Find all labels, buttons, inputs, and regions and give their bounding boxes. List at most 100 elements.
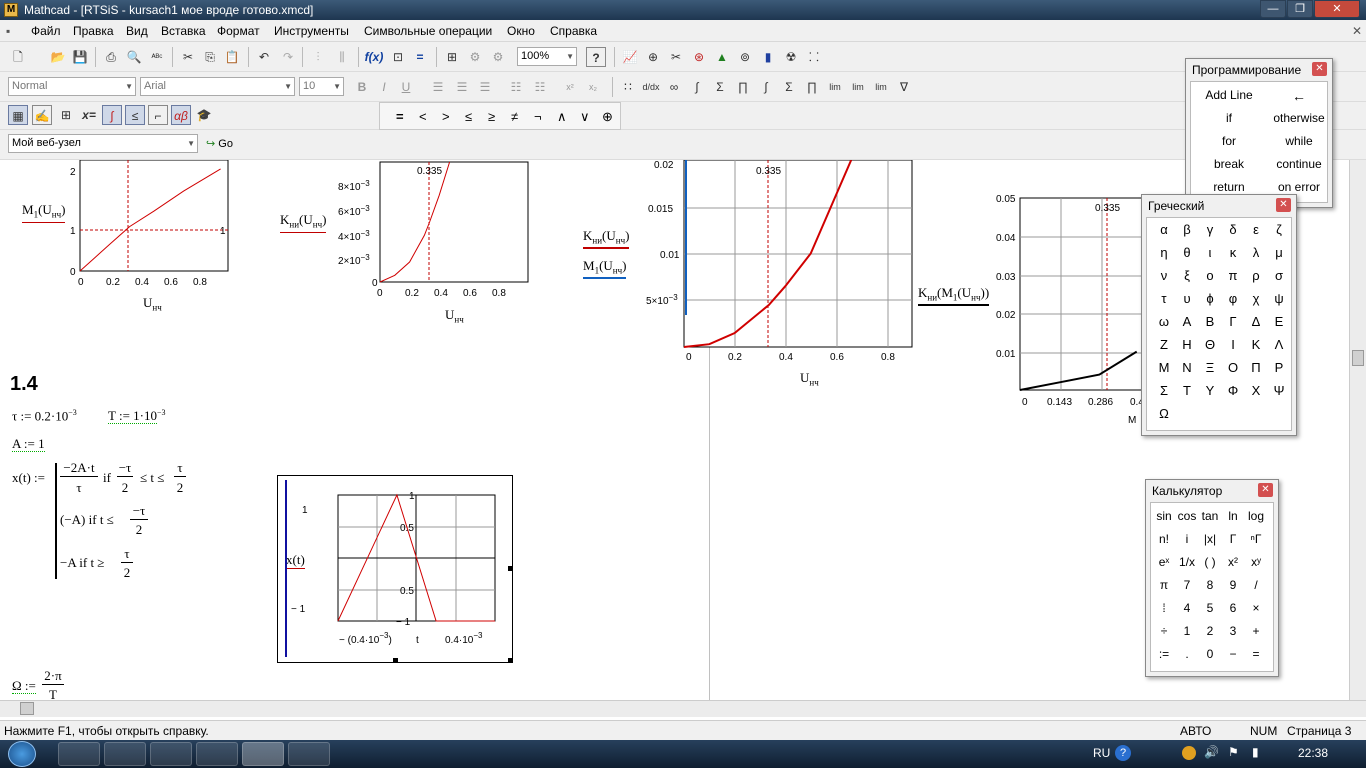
word-icon[interactable] <box>288 742 330 766</box>
calculator-key[interactable]: cos <box>1176 509 1198 523</box>
nth-derivative-icon[interactable]: d/dx <box>641 77 661 97</box>
greek-letter[interactable]: π <box>1224 268 1242 283</box>
greek-letter[interactable]: χ <box>1247 291 1265 306</box>
boolean-toolbar-icon[interactable]: ▲ <box>712 47 732 67</box>
calculator-key[interactable]: log <box>1245 509 1267 523</box>
calculator-key[interactable]: ln <box>1222 509 1244 523</box>
save-icon[interactable]: 💾 <box>70 47 90 67</box>
hyperlink-icon[interactable]: ⚙ <box>488 47 508 67</box>
close-icon[interactable]: ✕ <box>1276 198 1291 212</box>
greek-letter[interactable]: ι <box>1201 245 1219 260</box>
calculator-key[interactable]: = <box>1245 647 1267 661</box>
zoom-select[interactable]: 100% ▼ <box>517 47 577 66</box>
infinity-icon[interactable]: ∞ <box>664 77 684 97</box>
bullets-icon[interactable]: ☷ <box>506 77 526 97</box>
greek-letter[interactable]: ζ <box>1270 222 1288 237</box>
right-limit-icon[interactable]: lim <box>848 77 868 97</box>
greek-letter[interactable]: η <box>1155 245 1173 260</box>
greek-letter[interactable]: Ι <box>1224 337 1242 352</box>
vertical-scroll-thumb[interactable] <box>1352 350 1364 366</box>
print-icon[interactable]: ⎙ <box>101 47 121 67</box>
greek-letter[interactable]: σ <box>1270 268 1288 283</box>
sum-icon[interactable]: Σ <box>710 77 730 97</box>
calculator-key[interactable]: 1/x <box>1176 555 1198 569</box>
minimize-button[interactable]: — <box>1260 0 1286 18</box>
greek-letter[interactable]: Υ <box>1201 383 1219 398</box>
range-product-icon[interactable]: ∏ <box>802 77 822 97</box>
greek-letter[interactable]: Ο <box>1224 360 1242 375</box>
menu-help[interactable]: Справка <box>550 24 597 38</box>
menu-symbolics[interactable]: Символьные операции <box>364 24 492 38</box>
greek-toolbar-icon[interactable]: ▮ <box>758 47 778 67</box>
op-leq[interactable]: ≤ <box>465 109 472 124</box>
tau-definition[interactable]: τ := 0.2·10−3 <box>12 408 77 424</box>
insert-unit-icon[interactable]: ⊡ <box>388 47 408 67</box>
calculator-key[interactable]: 8 <box>1199 578 1221 592</box>
graph-toolbar-icon[interactable]: 📈 <box>620 47 640 67</box>
preview-icon[interactable]: 🔍 <box>124 47 144 67</box>
calculator-key[interactable]: 5 <box>1199 601 1221 615</box>
flag-icon[interactable]: ⚑ <box>1228 745 1239 759</box>
help-icon[interactable]: ? <box>586 47 606 67</box>
matrix-palette-icon[interactable]: ⊞ <box>56 105 76 125</box>
calculator-key[interactable]: × <box>1245 601 1267 615</box>
greek-letter[interactable]: ε <box>1247 222 1265 237</box>
cut-icon[interactable]: ✂ <box>178 47 198 67</box>
italic-icon[interactable]: I <box>374 77 394 97</box>
menu-file[interactable]: Файл <box>31 24 61 38</box>
calculator-key[interactable]: 7 <box>1176 578 1198 592</box>
calculate-icon[interactable]: = <box>410 47 430 67</box>
greek-letter[interactable]: Σ <box>1155 383 1173 398</box>
greek-letter[interactable]: Τ <box>1178 383 1196 398</box>
menu-insert[interactable]: Вставка <box>161 24 206 38</box>
prog-break[interactable]: break <box>1193 157 1265 171</box>
calculator-key[interactable]: 6 <box>1222 601 1244 615</box>
op-less[interactable]: < <box>419 109 427 124</box>
greek-letter[interactable]: τ <box>1155 291 1173 306</box>
op-and[interactable]: ∧ <box>557 109 567 125</box>
align-left-icon[interactable]: ☰ <box>428 77 448 97</box>
calculator-key[interactable]: / <box>1245 578 1267 592</box>
greek-letter[interactable]: Ε <box>1270 314 1288 329</box>
calculator-key[interactable]: 2 <box>1199 624 1221 638</box>
op-not[interactable]: ¬ <box>534 109 542 124</box>
close-icon[interactable]: ✕ <box>1258 483 1273 497</box>
style-select[interactable]: Normal ▼ <box>8 77 136 96</box>
function-icon[interactable]: f(x) <box>364 47 384 67</box>
plot-kni-m1[interactable]: 0.335 0.02 0.015 0.01 5×10−3 0 0.2 0.4 0… <box>640 160 920 365</box>
calculator-key[interactable]: tan <box>1199 509 1221 523</box>
greek-letter[interactable]: Λ <box>1270 337 1288 352</box>
size-select[interactable]: 10 ▼ <box>299 77 344 96</box>
spell-icon[interactable]: ᴬᴮᶜ <box>147 47 167 67</box>
calculator-key[interactable]: 3 <box>1222 624 1244 638</box>
greek-letter[interactable]: κ <box>1224 245 1242 260</box>
menu-edit[interactable]: Правка <box>73 24 114 38</box>
menu-view[interactable]: Вид <box>126 24 148 38</box>
new-icon[interactable]: 🗋 <box>8 47 28 67</box>
op-or[interactable]: ∨ <box>580 109 590 125</box>
definite-integral-icon[interactable]: ∫ <box>687 77 707 97</box>
greek-letter[interactable]: Θ <box>1201 337 1219 352</box>
close-icon[interactable]: ✕ <box>1312 62 1327 76</box>
calculator-key[interactable]: 9 <box>1222 578 1244 592</box>
web-url-select[interactable]: Мой веб-узел ▼ <box>8 134 198 153</box>
prog-if[interactable]: if <box>1193 111 1265 125</box>
greek-letter[interactable]: Ω <box>1155 406 1173 421</box>
plot-kni-vs-m1[interactable]: 0.335 0.05 0.04 0.03 0.02 0.01 0 0.143 0… <box>990 195 1145 435</box>
greek-letter[interactable]: Π <box>1247 360 1265 375</box>
greek-letter[interactable]: λ <box>1247 245 1265 260</box>
calculator-palette-icon[interactable]: ▦ <box>8 105 28 125</box>
opera-icon[interactable] <box>150 742 192 766</box>
calculator-key[interactable]: ÷ <box>1153 624 1175 638</box>
boolean-palette-icon[interactable]: ≤ <box>125 105 145 125</box>
help-tray-icon[interactable]: ? <box>1115 745 1131 761</box>
calculator-key[interactable]: := <box>1153 647 1175 661</box>
explorer-icon[interactable] <box>104 742 146 766</box>
graph-palette-icon[interactable]: ✍ <box>32 105 52 125</box>
prog-add-line[interactable]: Add Line <box>1193 88 1265 102</box>
calculator-key[interactable]: xʸ <box>1245 555 1267 569</box>
greek-letter[interactable]: Χ <box>1247 383 1265 398</box>
horizontal-scrollbar[interactable] <box>0 700 1366 717</box>
greek-letter[interactable]: Ρ <box>1270 360 1288 375</box>
calculator-key[interactable]: ( ) <box>1199 555 1221 569</box>
